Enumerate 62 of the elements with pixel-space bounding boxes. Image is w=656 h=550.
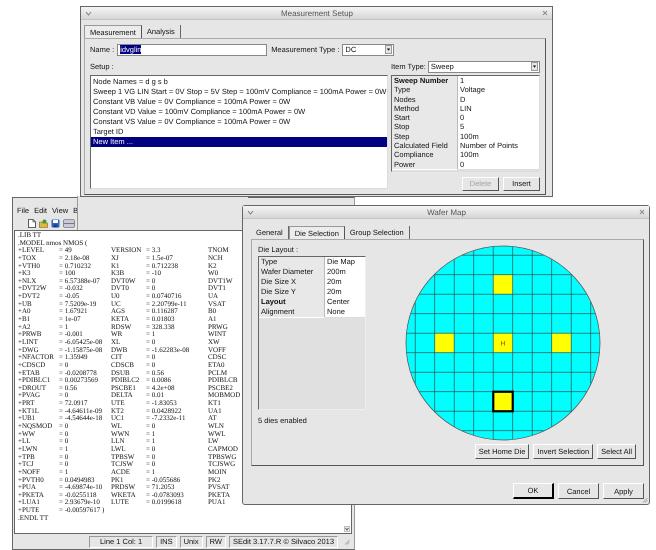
die[interactable] [473, 332, 494, 354]
resize-grip-icon[interactable] [642, 497, 648, 503]
drive-icon[interactable] [63, 218, 75, 228]
die[interactable] [492, 274, 514, 295]
die[interactable] [532, 372, 552, 392]
die[interactable] [454, 274, 474, 295]
die[interactable] [473, 391, 494, 412]
die[interactable] [551, 352, 572, 373]
die[interactable] [454, 332, 474, 354]
die[interactable] [473, 372, 494, 392]
die[interactable] [473, 274, 494, 295]
new-document-icon[interactable] [28, 218, 36, 228]
save-icon[interactable] [51, 218, 60, 228]
die[interactable] [551, 274, 572, 295]
die[interactable] [434, 294, 455, 314]
die[interactable] [532, 313, 552, 334]
die[interactable] [512, 332, 533, 354]
die[interactable] [512, 313, 533, 334]
die[interactable] [512, 352, 533, 373]
resize-grip-icon[interactable] [344, 538, 350, 544]
die[interactable] [492, 313, 514, 334]
die[interactable] [532, 352, 552, 373]
die[interactable] [532, 274, 552, 295]
window-title: Measurement Setup [280, 8, 354, 18]
die[interactable] [532, 332, 552, 354]
die[interactable] [512, 294, 533, 314]
die[interactable] [492, 294, 514, 314]
die[interactable] [434, 372, 455, 392]
scroll-arrow-icon[interactable] [344, 526, 350, 532]
die[interactable] [454, 372, 474, 392]
die[interactable] [492, 332, 514, 354]
die[interactable] [492, 352, 514, 373]
die[interactable] [454, 391, 474, 412]
die[interactable] [512, 274, 533, 295]
close-icon[interactable] [639, 209, 645, 215]
window-menu-icon[interactable] [247, 210, 254, 214]
die[interactable] [512, 372, 533, 392]
die[interactable] [454, 294, 474, 314]
die[interactable] [551, 332, 572, 354]
die[interactable] [532, 294, 552, 314]
close-icon[interactable] [542, 10, 548, 16]
die[interactable] [434, 274, 455, 295]
die[interactable] [551, 391, 572, 412]
die[interactable] [473, 313, 494, 334]
die[interactable] [473, 352, 494, 373]
window-menu-icon[interactable] [85, 10, 92, 16]
die[interactable] [434, 332, 455, 354]
die[interactable] [551, 313, 572, 334]
die[interactable] [454, 313, 474, 334]
die[interactable] [434, 391, 455, 412]
die[interactable] [473, 294, 494, 314]
die[interactable] [551, 294, 572, 314]
die[interactable] [551, 372, 572, 392]
die[interactable] [532, 391, 552, 412]
die[interactable] [492, 372, 514, 392]
die[interactable] [434, 352, 455, 373]
die[interactable] [454, 352, 474, 373]
die[interactable] [434, 313, 455, 334]
window-title: Wafer Map [426, 208, 467, 216]
die[interactable] [492, 390, 514, 412]
open-folder-icon[interactable] [39, 218, 48, 228]
die[interactable] [512, 391, 533, 412]
